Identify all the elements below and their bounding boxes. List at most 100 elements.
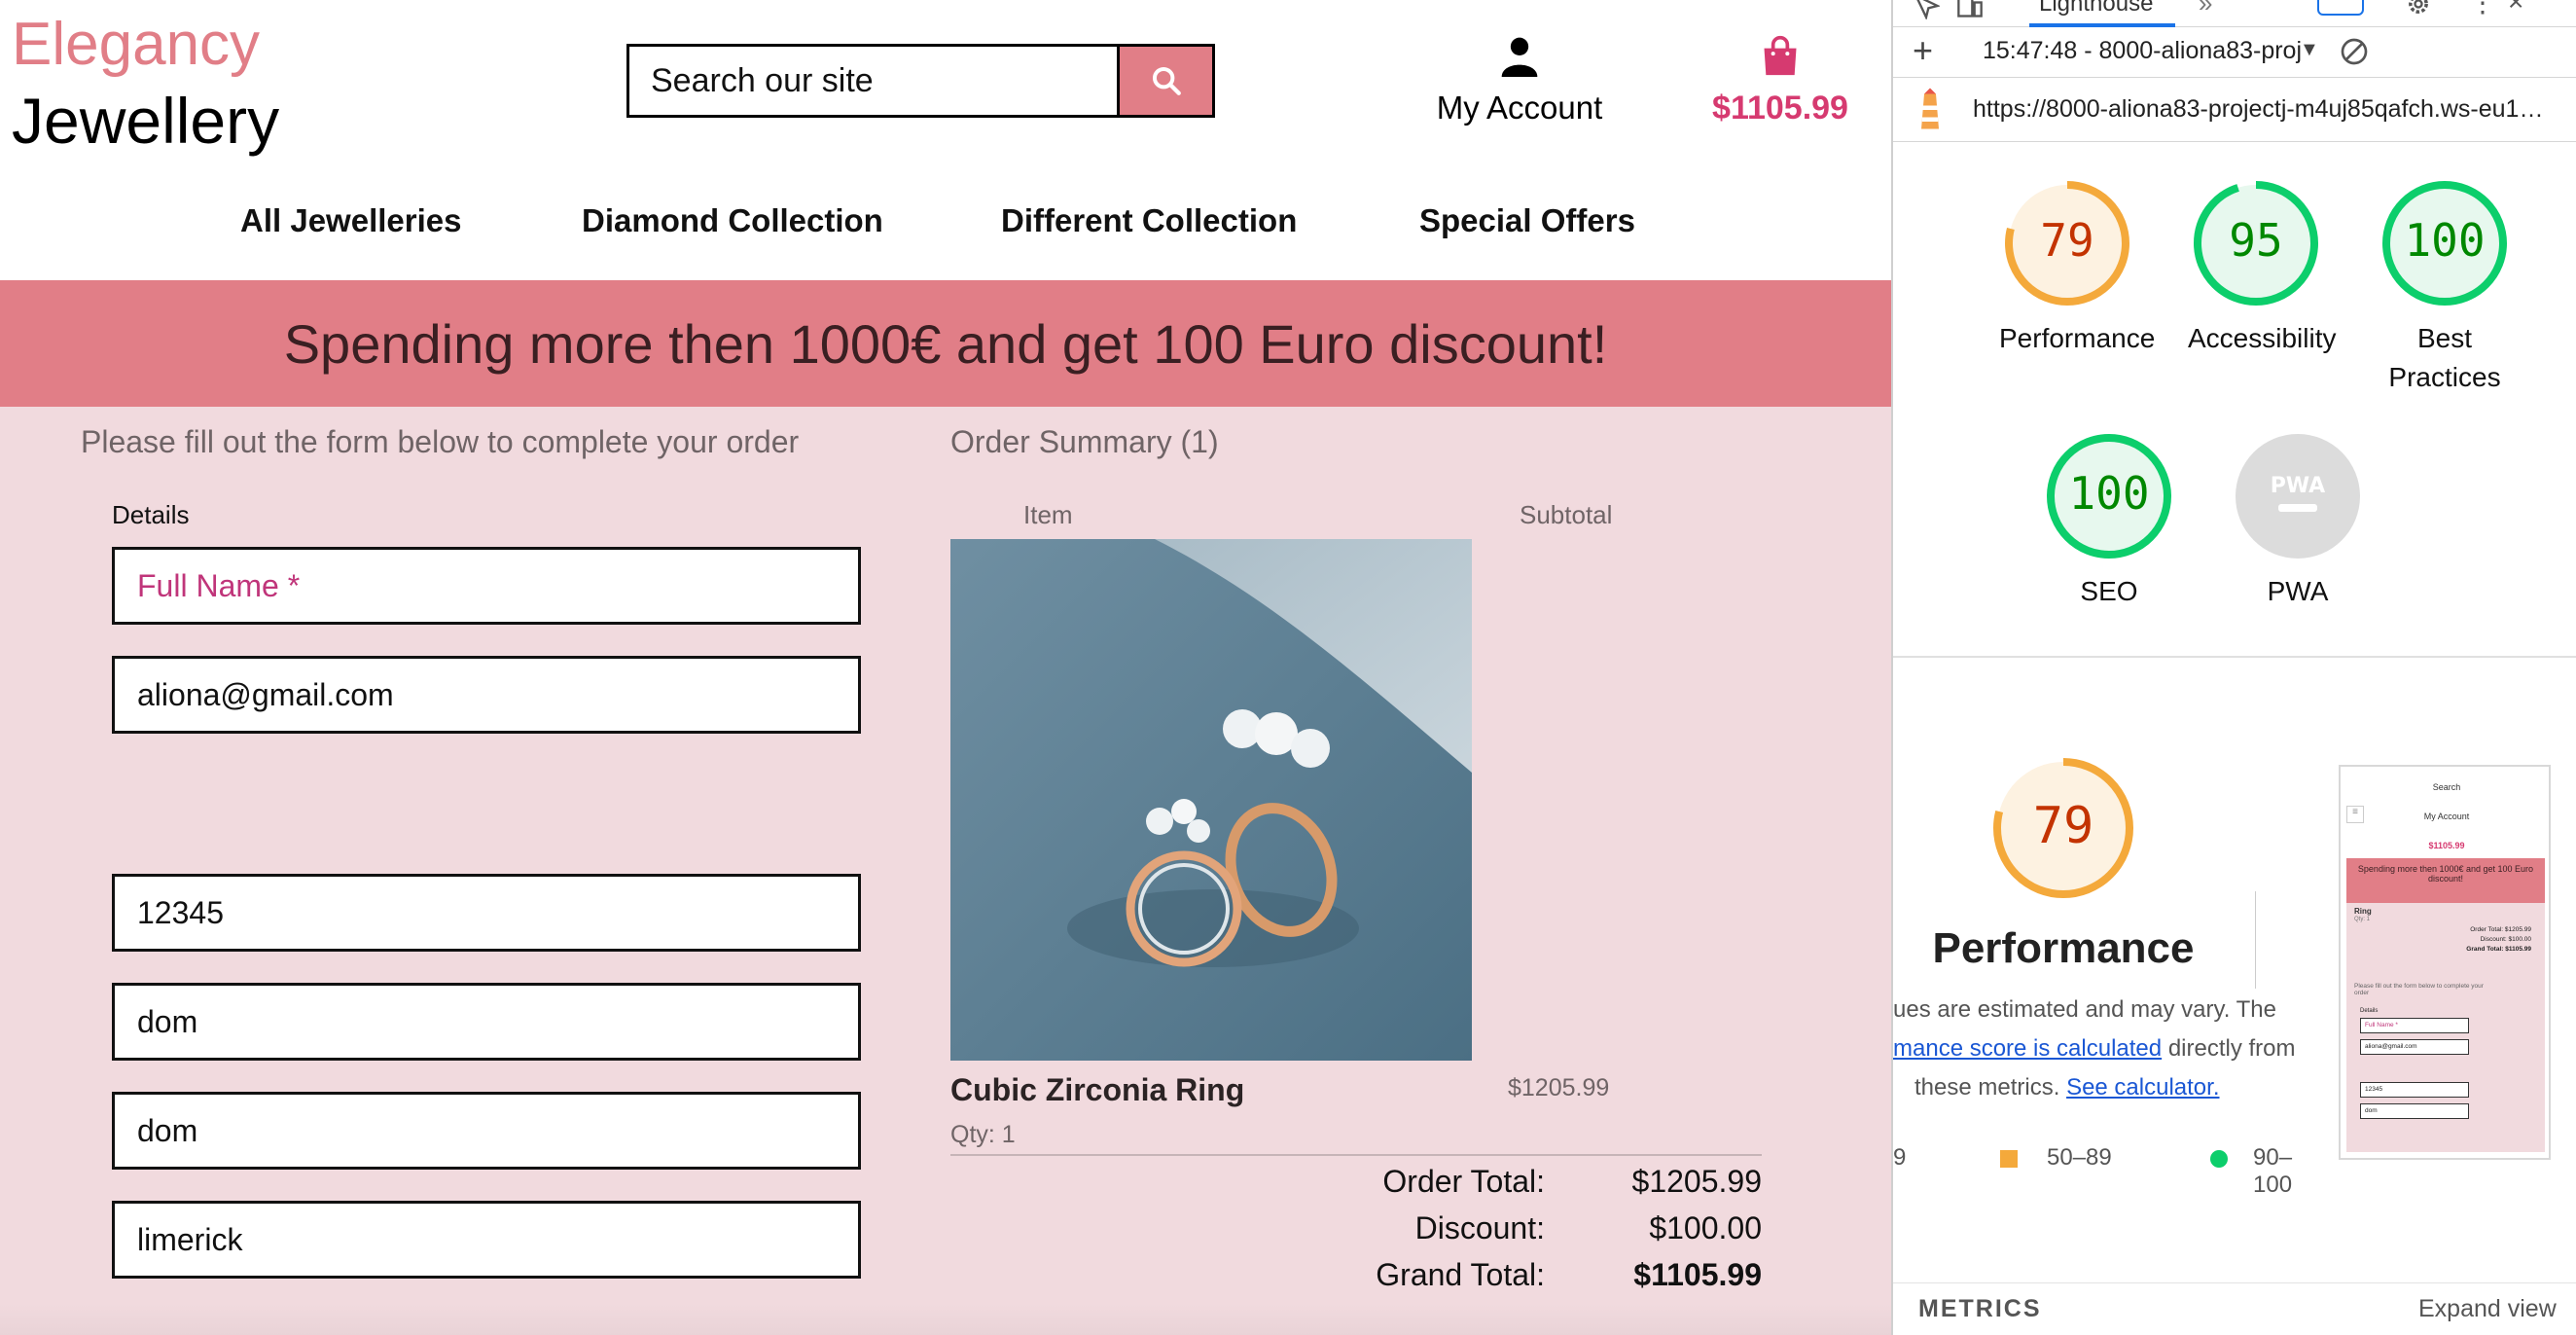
- devtools-toolbar: Lighthouse » ⋮ ×: [1893, 0, 2576, 27]
- audited-url-bar: https://8000-aliona83-projectj-m4uj85qaf…: [1893, 80, 2576, 142]
- address-line2-field[interactable]: dom: [112, 1092, 861, 1170]
- thumb-order-total: Order Total: $1205.99: [2470, 926, 2531, 933]
- cart-total: $1105.99: [1712, 90, 1848, 126]
- thumb-body: Ring Qty: 1 Order Total: $1205.99 Discou…: [2346, 903, 2545, 1152]
- form-intro: Please fill out the form below to comple…: [81, 424, 800, 459]
- thumb-account: My Account: [2423, 812, 2470, 821]
- order-total-value: $1205.99: [1631, 1164, 1762, 1199]
- settings-gear-icon[interactable]: [2405, 0, 2432, 18]
- site-header: Elegancy Jewellery My Account $1105.99 A…: [0, 0, 1891, 280]
- best-practices-score: 100: [2404, 214, 2485, 267]
- nav-diamond-collection[interactable]: Diamond Collection: [582, 202, 883, 239]
- legend-fail-range: 9: [1893, 1144, 1907, 1171]
- performance-big-score: 79: [2033, 797, 2094, 855]
- close-devtools-icon[interactable]: ×: [2508, 0, 2523, 18]
- logo-jewellery[interactable]: Jewellery: [12, 84, 279, 158]
- estimate-note-line2: mance score is calculated directly from: [1893, 1035, 2296, 1063]
- score-gauge-seo[interactable]: 100 SEO: [2041, 432, 2177, 611]
- issues-badge[interactable]: [2317, 0, 2364, 16]
- user-icon: [1501, 37, 1538, 77]
- metrics-label: METRICS: [1918, 1295, 2042, 1322]
- thumb-intro: Please fill out the form below to comple…: [2354, 983, 2484, 996]
- subtotal-column-header: Subtotal: [1520, 500, 1613, 529]
- product-subtotal: $1205.99: [1508, 1074, 1610, 1101]
- thumb-qty: Qty: 1: [2354, 917, 2371, 922]
- performance-big-ring: 79: [1993, 758, 2133, 898]
- address-line1-field[interactable]: dom: [112, 983, 861, 1061]
- score-gauge-pwa[interactable]: PWA PWA: [2230, 432, 2366, 611]
- order-total-label: Order Total:: [1382, 1164, 1545, 1199]
- seo-score: 100: [2068, 467, 2149, 520]
- clear-report-icon[interactable]: [2339, 36, 2370, 67]
- email-field[interactable]: aliona@gmail.com: [112, 656, 861, 734]
- grand-total-label: Grand Total:: [1376, 1257, 1545, 1292]
- pwa-badge-text: PWA: [2271, 474, 2325, 498]
- search-icon: [1152, 66, 1181, 95]
- expand-view-button[interactable]: Expand view: [2418, 1295, 2557, 1323]
- city-field[interactable]: limerick: [112, 1201, 861, 1279]
- discount-value: $100.00: [1649, 1210, 1762, 1245]
- search-button[interactable]: [1117, 47, 1212, 115]
- thumb-total: $1105.99: [2428, 841, 2465, 850]
- performance-label: Performance: [1999, 323, 2156, 353]
- more-tabs-icon[interactable]: »: [2199, 0, 2212, 18]
- cart-link[interactable]: $1105.99: [1683, 34, 1878, 127]
- product-image[interactable]: [950, 539, 1472, 1061]
- dropdown-caret-icon[interactable]: ▼: [2300, 39, 2319, 61]
- product-name[interactable]: Cubic Zirconia Ring: [950, 1072, 1244, 1108]
- section-divider: [1893, 656, 2576, 658]
- thumb-item: Ring: [2354, 907, 2372, 916]
- thumb-full-name: Full Name *: [2360, 1018, 2469, 1033]
- audited-url[interactable]: https://8000-aliona83-projectj-m4uj85qaf…: [1973, 95, 2543, 124]
- accessibility-gauge-ring: 95: [2194, 181, 2318, 306]
- full-name-field[interactable]: Full Name *: [112, 547, 861, 625]
- inspect-icon[interactable]: [1913, 0, 1940, 19]
- postcode-field[interactable]: 12345: [112, 874, 861, 952]
- device-toolbar-icon[interactable]: [1955, 0, 1985, 19]
- accessibility-score: 95: [2229, 214, 2282, 267]
- note-directly-from: directly from: [2167, 1035, 2296, 1062]
- thumb-banner: Spending more then 1000€ and get 100 Eur…: [2346, 858, 2545, 903]
- performance-gauge-ring: 79: [2005, 181, 2129, 306]
- discount-label: Discount:: [1414, 1210, 1545, 1245]
- thumb-grand-total: Grand Total: $1105.99: [2466, 946, 2531, 953]
- my-account-label: My Account: [1436, 90, 1603, 126]
- nav-special-offers[interactable]: Special Offers: [1419, 202, 1635, 239]
- performance-detail-gauge[interactable]: 79: [1990, 755, 2136, 906]
- report-select[interactable]: 15:47:48 - 8000-aliona83-proj: [1983, 37, 2302, 65]
- new-report-plus-icon[interactable]: +: [1913, 31, 1933, 70]
- search-input[interactable]: [629, 47, 1117, 115]
- vertical-divider: [2255, 891, 2256, 989]
- score-gauge-performance[interactable]: 79 Performance: [1999, 179, 2156, 358]
- pwa-label: PWA: [2267, 576, 2329, 606]
- score-gauge-best-practices[interactable]: 100 Best Practices: [2377, 179, 2513, 397]
- details-legend: Details: [112, 500, 190, 529]
- shop-page: Elegancy Jewellery My Account $1105.99 A…: [0, 0, 1891, 1335]
- estimate-note-line1: ues are estimated and may vary. The: [1893, 996, 2276, 1023]
- shopping-bag-icon: [1764, 35, 1797, 76]
- kebab-menu-icon[interactable]: ⋮: [2469, 0, 2496, 18]
- devtools-panel: Lighthouse » ⋮ × + 15:47:48 - 8000-alion…: [1891, 0, 2576, 1335]
- order-summary-title: Order Summary (1): [950, 424, 1219, 459]
- logo-elegancy[interactable]: Elegancy: [12, 10, 260, 80]
- tab-lighthouse[interactable]: Lighthouse: [2039, 0, 2153, 18]
- grand-total-value: $1105.99: [1633, 1257, 1762, 1292]
- seo-label: SEO: [2080, 576, 2138, 606]
- nav-different-collection[interactable]: Different Collection: [1001, 202, 1297, 239]
- bottom-edge: [0, 1304, 1891, 1335]
- main-nav: All Jewelleries Diamond Collection Diffe…: [0, 202, 1891, 253]
- promo-text: Spending more then 1000€ and get 100 Eur…: [283, 312, 1608, 375]
- search-form: [626, 44, 1215, 118]
- summary-divider: [950, 1154, 1762, 1156]
- performance-heading: Performance: [1932, 924, 2195, 972]
- nav-all-jewelleries[interactable]: All Jewelleries: [240, 202, 461, 239]
- score-legend: 9 50–89 90–100: [1893, 1144, 2331, 1198]
- score-gauge-accessibility[interactable]: 95 Accessibility: [2188, 179, 2336, 358]
- page-screenshot-thumbnail[interactable]: Search ≡ My Account $1105.99 Spending mo…: [2339, 765, 2551, 1160]
- legend-average-range: 50–89: [2047, 1144, 2112, 1171]
- performance-score: 79: [2040, 214, 2093, 267]
- score-calculated-link[interactable]: mance score is calculated: [1893, 1035, 2162, 1062]
- see-calculator-link[interactable]: See calculator.: [2066, 1074, 2219, 1100]
- my-account-link[interactable]: My Account: [1430, 34, 1609, 126]
- thumb-discount: Discount: $100.00: [2480, 936, 2531, 943]
